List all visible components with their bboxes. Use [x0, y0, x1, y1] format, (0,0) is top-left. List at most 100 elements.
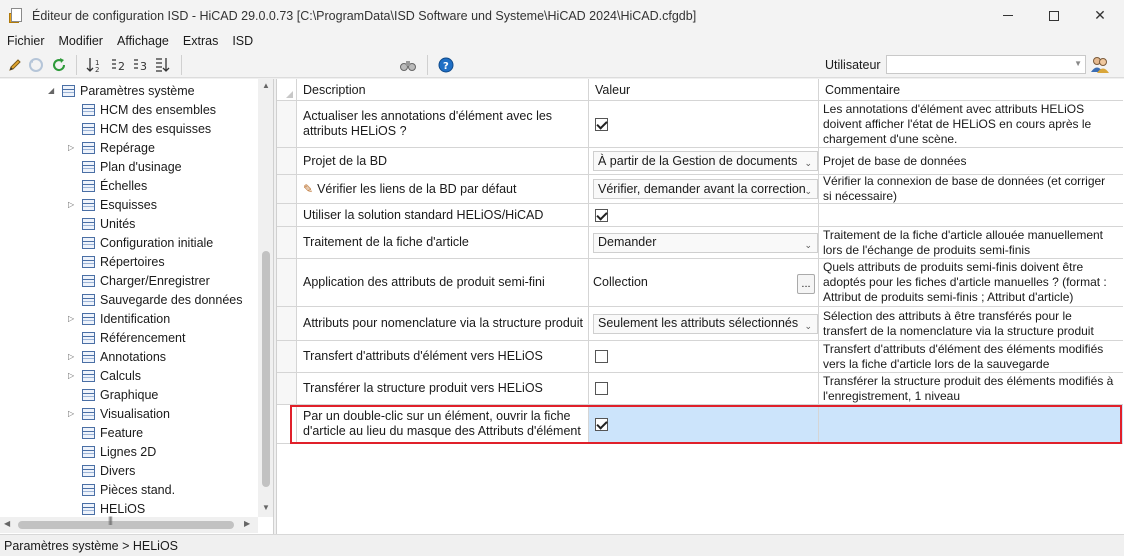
expand-icon[interactable]: ▷ [68, 314, 74, 323]
sort-icon[interactable]: 12 [86, 56, 104, 74]
value-cell[interactable] [589, 101, 819, 147]
value-dropdown[interactable]: Seulement les attributs sélectionnés ⌄ [593, 313, 818, 334]
grid-corner[interactable] [277, 79, 297, 101]
value-cell[interactable]: Seulement les attributs sélectionnés ⌄ [589, 307, 819, 340]
expand-icon[interactable]: ▷ [68, 371, 74, 380]
grid-row[interactable]: Application des attributs de produit sem… [277, 259, 1123, 307]
value-checkbox[interactable] [595, 417, 608, 431]
tree-item[interactable]: Référencement [68, 328, 185, 347]
tree-item[interactable]: HELiOS [68, 499, 145, 518]
tree-item[interactable]: ▷ Annotations [68, 347, 166, 366]
tree-item-root[interactable]: ◢ Paramètres système [48, 81, 195, 100]
scroll-right-icon[interactable]: ▶ [244, 519, 250, 528]
tree-item[interactable]: ▷ Identification [68, 309, 170, 328]
minimize-button[interactable] [985, 0, 1031, 31]
value-dropdown[interactable]: Vérifier, demander avant la correction ⌄ [593, 179, 818, 199]
tree-item[interactable]: HCM des esquisses [68, 119, 211, 138]
menu-modifier[interactable]: Modifier [52, 34, 110, 48]
row-header[interactable] [277, 405, 297, 443]
value-dropdown[interactable]: Demander ⌄ [593, 232, 818, 253]
tree-vertical-scrollbar[interactable]: ▲ ▼ [258, 79, 273, 517]
grid-row[interactable]: Attributs pour nomenclature via la struc… [277, 307, 1123, 341]
row-header[interactable] [277, 175, 297, 203]
row-header[interactable] [277, 259, 297, 306]
value-cell[interactable]: Collection... [589, 259, 819, 306]
menu-fichier[interactable]: Fichier [0, 34, 52, 48]
expand-icon[interactable]: ▷ [68, 352, 74, 361]
header-value[interactable]: Valeur [589, 79, 819, 101]
grid-row[interactable]: Projet de la BD À partir de la Gestion de… [277, 148, 1123, 175]
tree-item[interactable]: Unités [68, 214, 135, 233]
menu-extras[interactable]: Extras [176, 34, 225, 48]
grid-row[interactable]: Transférer la structure produit vers HEL… [277, 373, 1123, 405]
value-checkbox[interactable] [595, 382, 608, 395]
tree-item[interactable]: Configuration initiale [68, 233, 213, 252]
scroll-thumb[interactable] [262, 251, 270, 487]
value-cell[interactable] [589, 204, 819, 226]
tree-item[interactable]: ▷ Visualisation [68, 404, 170, 423]
sort-2-icon[interactable]: 2 [109, 56, 127, 74]
tree-item[interactable]: Sauvegarde des données [68, 290, 242, 309]
row-header[interactable] [277, 307, 297, 340]
tree-item[interactable]: Répertoires [68, 252, 165, 271]
tree-item[interactable]: HCM des ensembles [68, 100, 216, 119]
expand-icon[interactable]: ▷ [68, 200, 74, 209]
binoculars-icon[interactable] [399, 56, 417, 74]
row-header[interactable] [277, 373, 297, 404]
grid-row[interactable]: ✎ Vérifier les liens de la BD par défaut V… [277, 174, 1123, 204]
sort-3-icon[interactable]: 3 [131, 56, 149, 74]
tree-item[interactable]: ▷ Esquisses [68, 195, 157, 214]
value-cell[interactable]: À partir de la Gestion de documents ⌄ [589, 148, 819, 174]
tree-item[interactable]: Feature [68, 423, 143, 442]
value-checkbox[interactable] [595, 350, 608, 363]
tree-item[interactable]: Divers [68, 461, 135, 480]
maximize-button[interactable] [1031, 0, 1077, 31]
sort-desc-icon[interactable] [153, 56, 171, 74]
menu-isd[interactable]: ISD [225, 34, 260, 48]
user-dropdown[interactable]: ▼ [886, 55, 1086, 74]
scroll-thumb[interactable] [18, 521, 234, 529]
row-header[interactable] [277, 204, 297, 226]
value-dropdown[interactable]: À partir de la Gestion de documents ⌄ [593, 151, 818, 171]
help-icon[interactable]: ? [437, 56, 455, 74]
tree-item[interactable]: Charger/Enregistrer [68, 271, 210, 290]
refresh-icon[interactable] [50, 56, 68, 74]
ellipsis-button[interactable]: ... [797, 274, 815, 294]
expand-icon[interactable]: ▷ [68, 143, 74, 152]
tree-item[interactable]: Pièces stand. [68, 480, 175, 499]
expand-icon[interactable]: ▷ [68, 409, 74, 418]
header-comment[interactable]: Commentaire [819, 79, 1123, 101]
row-header[interactable] [277, 101, 297, 147]
undo-icon[interactable] [27, 56, 45, 74]
grid-row[interactable]: Actualiser les annotations d'élément ave… [277, 101, 1123, 148]
grid-row[interactable]: Utiliser la solution standard HELiOS/HiC… [277, 204, 1123, 227]
tree-item[interactable]: Lignes 2D [68, 442, 156, 461]
value-cell[interactable]: Vérifier, demander avant la correction ⌄ [589, 175, 819, 203]
row-header[interactable] [277, 227, 297, 258]
tree-item[interactable]: Graphique [68, 385, 158, 404]
scroll-up-icon[interactable]: ▲ [262, 81, 270, 90]
pencil-icon[interactable] [6, 56, 24, 74]
value-cell[interactable] [589, 341, 819, 372]
row-header[interactable] [277, 148, 297, 174]
scroll-down-icon[interactable]: ▼ [262, 503, 270, 512]
tree-item[interactable]: Échelles [68, 176, 147, 195]
menu-affichage[interactable]: Affichage [110, 34, 176, 48]
tree-horizontal-scrollbar[interactable]: ◀ ||| ▶ [0, 515, 258, 533]
header-description[interactable]: Description [297, 79, 589, 101]
grid-row[interactable]: Par un double-clic sur un élément, ouvri… [277, 405, 1123, 444]
grid-row[interactable]: Transfert d'attributs d'élément vers HEL… [277, 341, 1123, 373]
tree-item[interactable]: ▷ Repérage [68, 138, 155, 157]
close-button[interactable]: ✕ [1077, 0, 1123, 31]
collapse-icon[interactable]: ◢ [48, 86, 54, 95]
value-cell[interactable] [589, 373, 819, 404]
value-cell[interactable]: Demander ⌄ [589, 227, 819, 258]
scroll-left-icon[interactable]: ◀ [4, 519, 10, 528]
tree-item[interactable]: ▷ Calculs [68, 366, 141, 385]
row-header[interactable] [277, 341, 297, 372]
tree-item[interactable]: Plan d'usinage [68, 157, 182, 176]
value-cell[interactable] [589, 405, 819, 443]
users-icon[interactable] [1090, 55, 1110, 75]
grid-row[interactable]: Traitement de la fiche d'article Demander… [277, 227, 1123, 259]
value-checkbox[interactable] [595, 208, 608, 222]
